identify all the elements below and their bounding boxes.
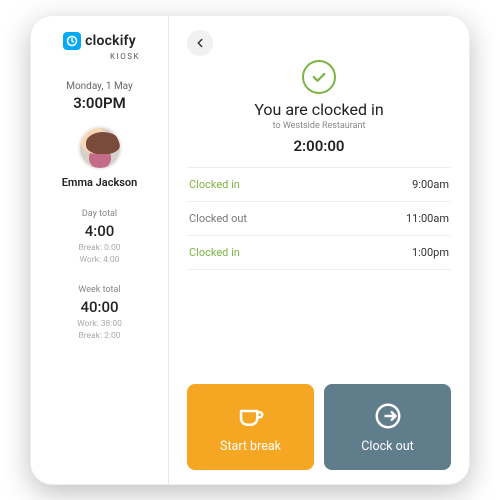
week-work-line: Work: 38:00 [77,319,122,331]
brand-logo: clockify [63,32,136,50]
log-time: 1:00pm [412,246,449,259]
log-row: Clocked in 1:00pm [187,236,451,270]
day-total-value: 4:00 [78,222,120,240]
status-location: to Westside Restaurant [187,121,451,131]
sidebar: clockify KIOSK Monday, 1 May 3:00PM Emma… [31,16,169,484]
cup-icon [236,401,266,431]
elapsed-time: 2:00:00 [187,137,451,155]
log-label: Clocked out [189,212,247,225]
log-time: 9:00am [412,178,449,191]
status-area: You are clocked in to Westside Restauran… [187,60,451,155]
main-panel: You are clocked in to Westside Restauran… [169,16,469,484]
log-time: 11:00am [406,212,449,225]
brand-subtitle: KIOSK [110,52,140,61]
week-total-value: 40:00 [77,298,122,316]
activity-log: Clocked in 9:00am Clocked out 11:00am Cl… [187,167,451,270]
brand-name: clockify [85,33,136,49]
action-bar: Start break Clock out [187,384,451,470]
arrow-left-icon [193,36,207,50]
clock-out-label: Clock out [361,439,413,454]
week-total-label: Week total [77,285,122,295]
clockify-logo-icon [63,32,81,50]
week-break-line: Break: 2:00 [77,331,122,343]
current-date: Monday, 1 May [66,81,133,92]
user-avatar[interactable] [78,126,122,170]
log-label: Clocked in [189,246,240,259]
clock-out-icon [373,401,403,431]
kiosk-device-frame: clockify KIOSK Monday, 1 May 3:00PM Emma… [30,15,470,485]
start-break-button[interactable]: Start break [187,384,314,470]
log-row: Clocked in 9:00am [187,168,451,202]
clock-out-button[interactable]: Clock out [324,384,451,470]
week-total-block: Week total 40:00 Work: 38:00 Break: 2:00 [77,285,122,343]
day-total-block: Day total 4:00 Break: 0:00 Work: 4:00 [78,209,120,267]
day-break-line: Break: 0:00 [78,243,120,255]
back-button[interactable] [187,30,213,56]
day-work-line: Work: 4:00 [78,255,120,267]
current-time: 3:00PM [73,94,126,112]
log-row: Clocked out 11:00am [187,202,451,236]
log-label: Clocked in [189,178,240,191]
start-break-label: Start break [220,439,281,454]
day-total-label: Day total [78,209,120,219]
status-check-icon [302,60,336,94]
user-name: Emma Jackson [62,176,138,189]
status-title: You are clocked in [187,100,451,119]
